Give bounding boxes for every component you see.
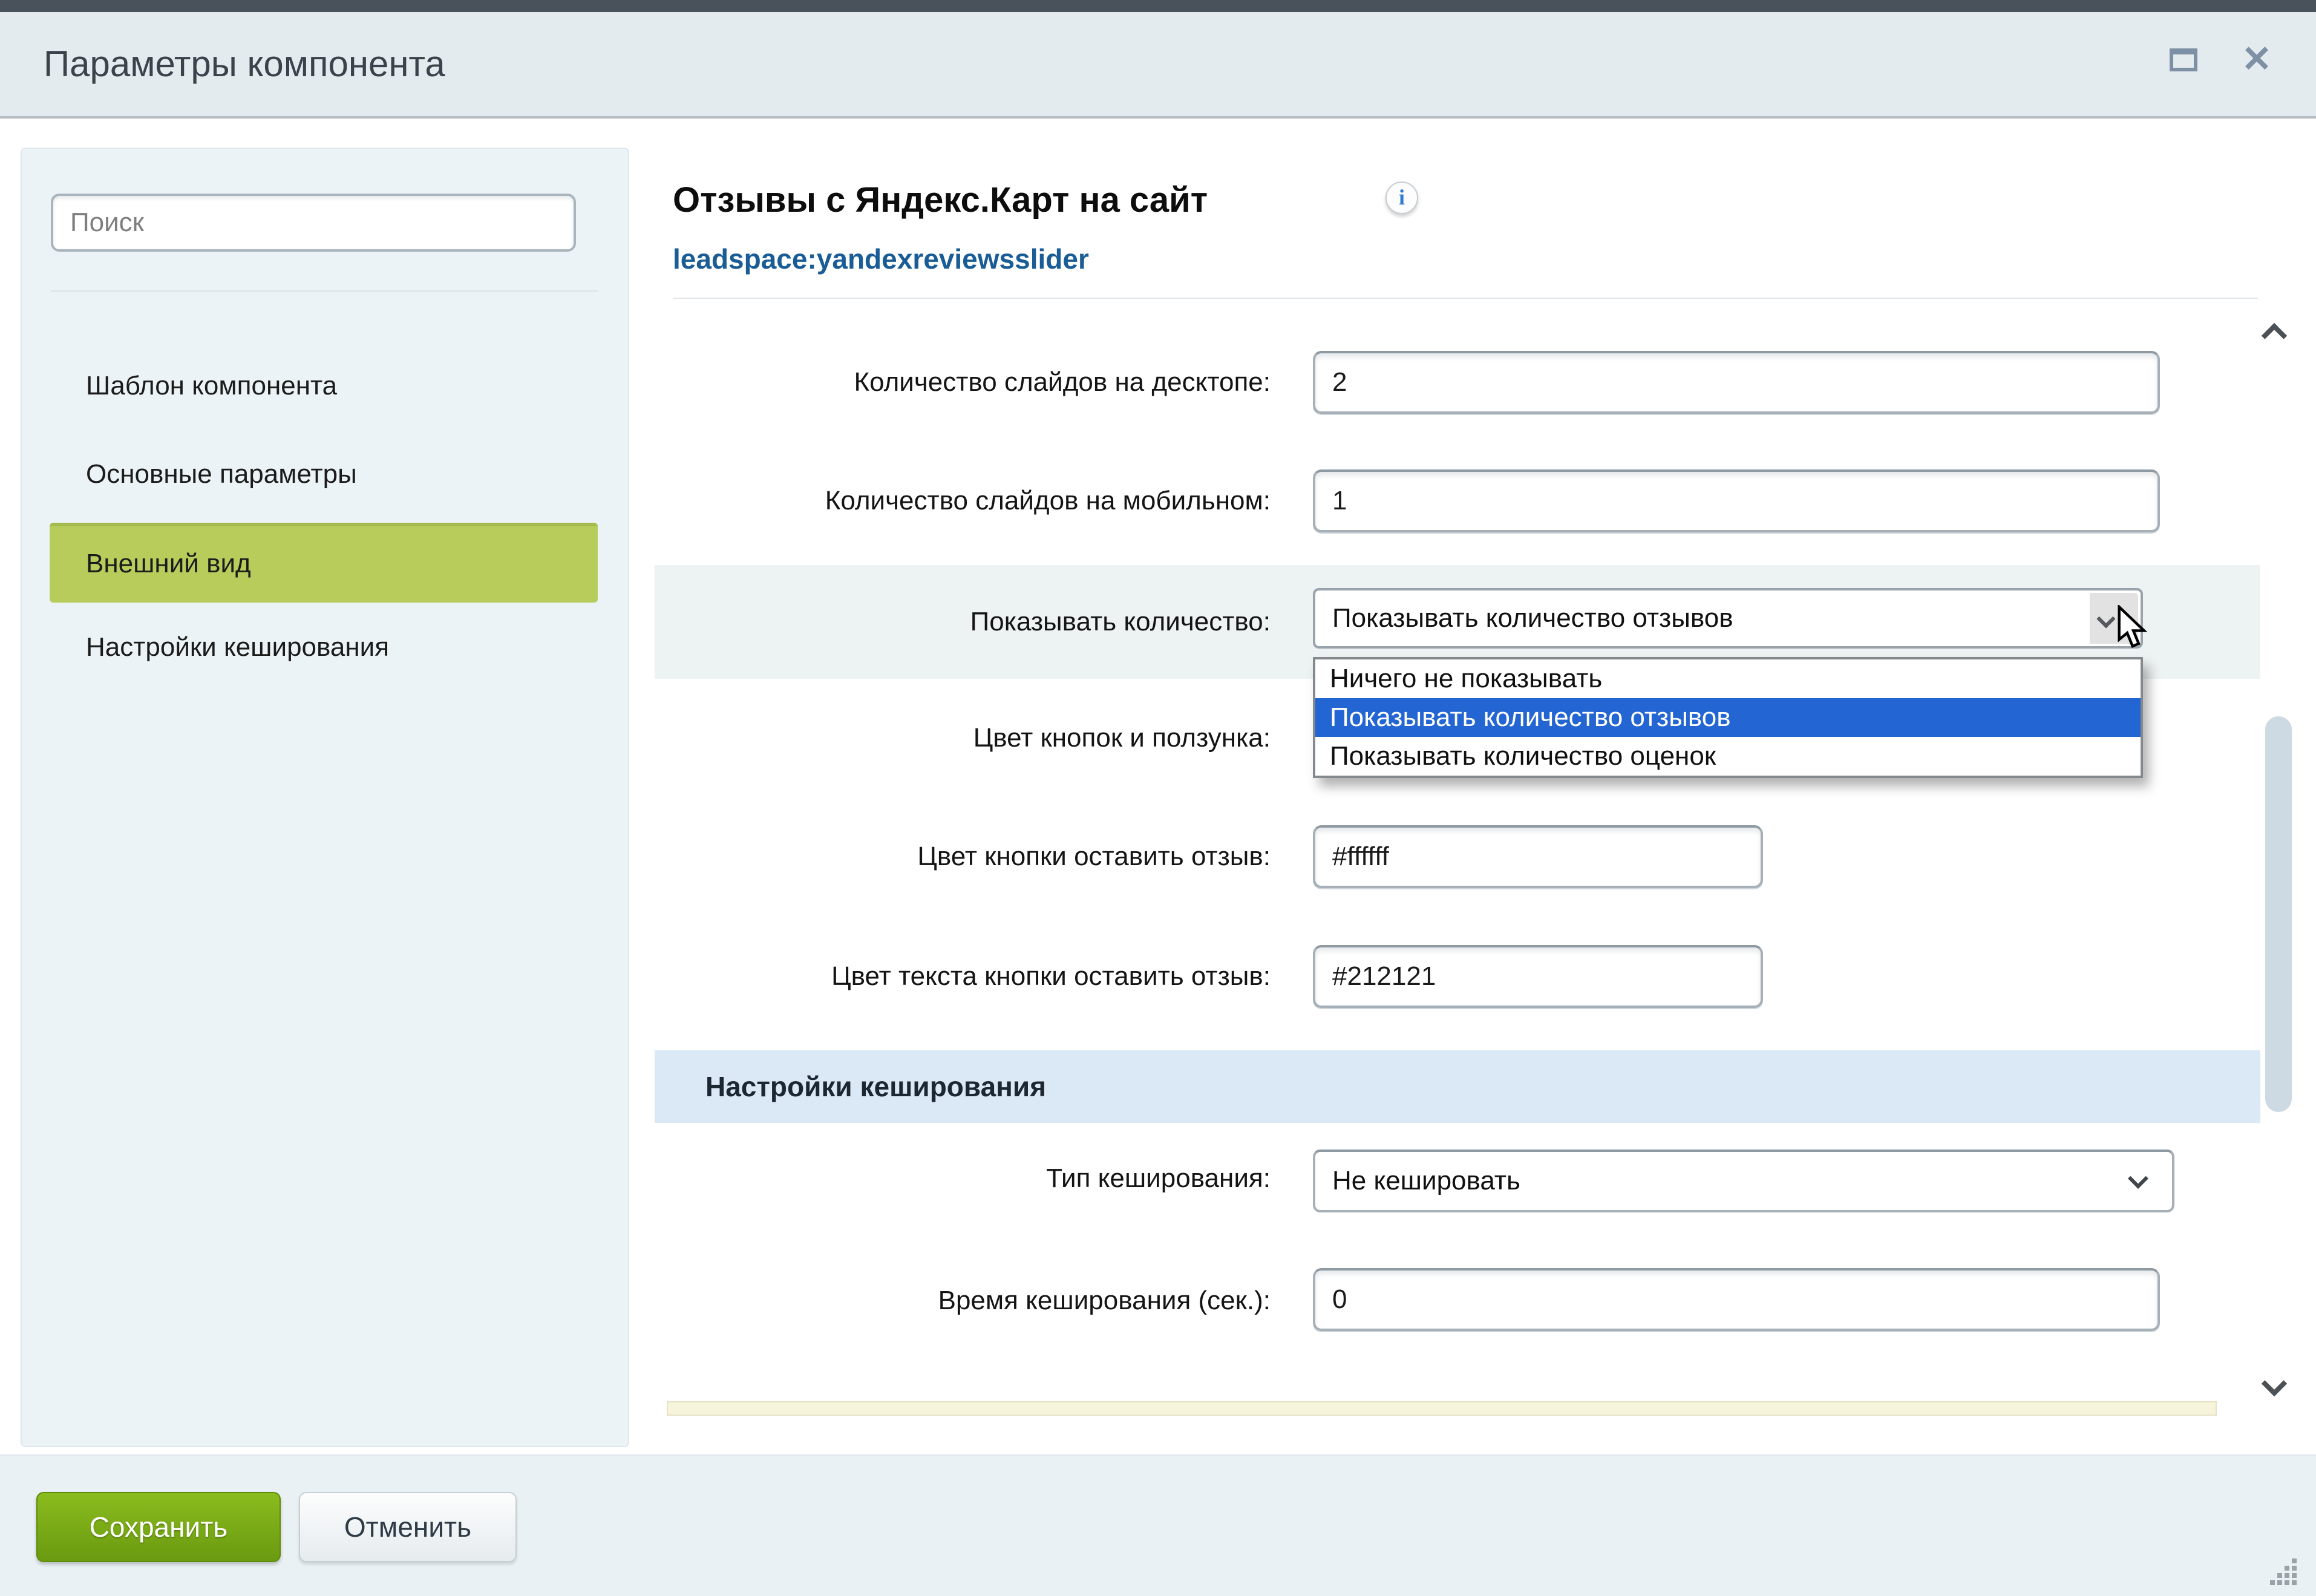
chevron-down-icon (2096, 609, 2115, 628)
cache-type-select[interactable]: Не кешировать (1313, 1150, 2174, 1212)
page-title: Отзывы с Яндекс.Карт на сайт (673, 182, 1208, 221)
slides-desktop-input[interactable] (1313, 351, 2160, 414)
show-count-selected-value: Показывать количество отзывов (1332, 590, 1733, 646)
show-count-dropdown-list: Ничего не показывать Показывать количест… (1313, 657, 2143, 778)
dropdown-option-reviews-count[interactable]: Показывать количество отзывов (1315, 698, 2141, 737)
maximize-icon[interactable] (2170, 48, 2197, 71)
cache-time-input[interactable] (1313, 1268, 2160, 1331)
dropdown-option-ratings-count[interactable]: Показывать количество оценок (1315, 737, 2141, 776)
show-count-select[interactable]: Показывать количество отзывов (1313, 588, 2143, 649)
buttons-color-label: Цвет кнопок и ползунка: (673, 711, 1271, 765)
caching-section-title: Настройки кеширования (705, 1050, 1046, 1123)
show-count-label: Показывать количество: (673, 595, 1271, 649)
window-top-strip (0, 0, 2316, 12)
dialog-title: Параметры компонента (44, 12, 445, 119)
search-input[interactable] (51, 194, 576, 252)
review-btn-text-color-input[interactable] (1313, 945, 1763, 1008)
save-button[interactable]: Сохранить (36, 1492, 281, 1562)
caching-section-header: Настройки кеширования (655, 1050, 2260, 1123)
dropdown-option-none[interactable]: Ничего не показывать (1315, 659, 2141, 698)
sidebar-item-template[interactable]: Шаблон компонента (50, 352, 598, 420)
review-btn-text-color-label: Цвет текста кнопки оставить отзыв: (673, 950, 1271, 1003)
scroll-up-icon[interactable] (2262, 323, 2287, 348)
dialog-footer: Сохранить Отменить (0, 1454, 2316, 1596)
sidebar-item-appearance[interactable]: Внешний вид (50, 523, 598, 603)
cache-time-label: Время кеширования (сек.): (673, 1274, 1271, 1327)
header-divider (673, 298, 2258, 299)
next-section-edge (667, 1401, 2217, 1416)
sidebar-item-main-params[interactable]: Основные параметры (50, 440, 598, 508)
resize-grip[interactable] (2268, 1556, 2299, 1588)
info-icon[interactable]: i (1385, 182, 1418, 214)
slides-desktop-label: Количество слайдов на десктопе: (673, 356, 1271, 409)
sidebar-item-caching[interactable]: Настройки кеширования (50, 613, 598, 681)
chevron-down-icon (2128, 1168, 2148, 1189)
scrollbar-thumb[interactable] (2265, 716, 2292, 1112)
sidebar-divider (51, 290, 598, 292)
component-parameters-dialog: Параметры компонента ✕ Шаблон компонента… (0, 0, 2316, 1596)
review-btn-color-label: Цвет кнопки оставить отзыв: (673, 830, 1271, 883)
select-dropdown-button[interactable] (2090, 593, 2138, 644)
close-icon[interactable]: ✕ (2233, 29, 2281, 92)
scroll-down-icon[interactable] (2262, 1371, 2287, 1396)
cache-type-label: Тип кеширования: (673, 1152, 1271, 1205)
component-id-label: leadspace:yandexreviewsslider (673, 243, 1089, 276)
review-btn-color-input[interactable] (1313, 825, 1763, 888)
dialog-titlebar: Параметры компонента (0, 12, 2316, 119)
slides-mobile-input[interactable] (1313, 469, 2160, 532)
sidebar (21, 148, 629, 1447)
slides-mobile-label: Количество слайдов на мобильном: (673, 474, 1271, 528)
cache-type-selected-value: Не кешировать (1332, 1152, 1520, 1210)
cancel-button[interactable]: Отменить (299, 1492, 517, 1562)
